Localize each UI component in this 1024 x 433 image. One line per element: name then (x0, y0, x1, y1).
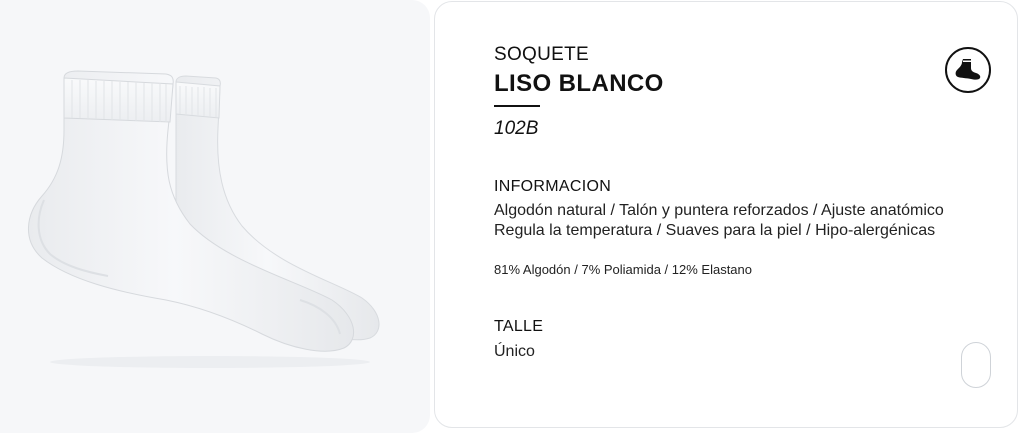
info-line: Regula la temperatura / Suaves para la p… (494, 222, 936, 239)
socks-illustration (28, 70, 380, 368)
product-detail: SOQUETE LISO BLANCO 102B INFORMACION Alg… (0, 0, 1024, 433)
talle-value: Único (494, 343, 535, 360)
ankle-sock-icon (945, 47, 991, 93)
title-divider (494, 105, 540, 107)
product-code: 102B (494, 118, 539, 139)
scroll-pill[interactable] (961, 342, 991, 388)
talle-heading: TALLE (494, 318, 544, 335)
product-category: SOQUETE (494, 44, 590, 65)
composition: 81% Algodón / 7% Poliamida / 12% Elastan… (494, 262, 753, 277)
product-info-card: SOQUETE LISO BLANCO 102B INFORMACION Alg… (434, 1, 1018, 428)
product-image (0, 0, 430, 433)
info-line: Algodón natural / Talón y puntera reforz… (494, 202, 944, 219)
product-name: LISO BLANCO (494, 70, 664, 97)
informacion-heading: INFORMACION (494, 178, 612, 195)
